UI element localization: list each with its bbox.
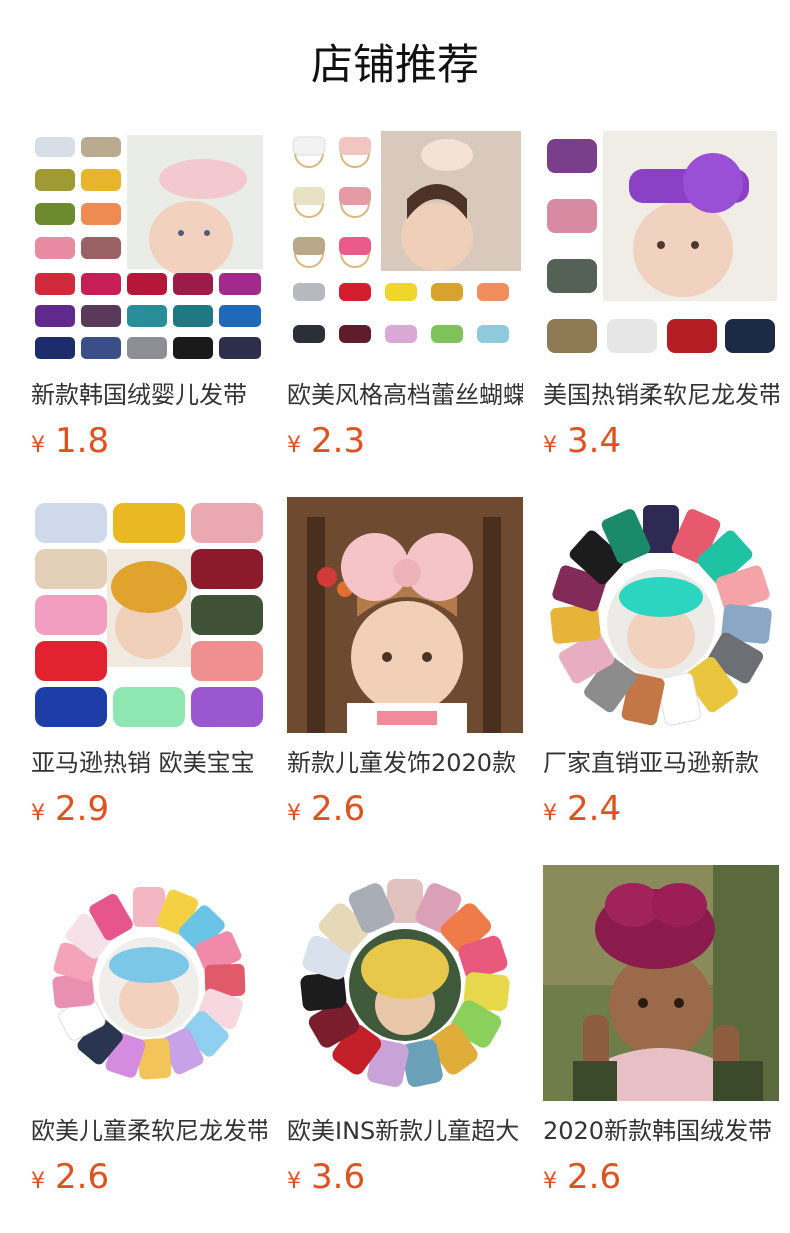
product-name[interactable]: 新款韩国绒婴儿发带 xyxy=(31,379,267,411)
currency-symbol: ¥ xyxy=(287,801,301,826)
product-card[interactable]: 美国热销柔软尼龙发带 ¥ 3.4 xyxy=(543,129,779,497)
flower-nylon-headbands-icon xyxy=(543,129,779,365)
product-price: ¥ 2.6 xyxy=(287,789,523,833)
price-value: 1.8 xyxy=(55,421,110,461)
product-price: ¥ 2.9 xyxy=(31,789,267,833)
product-image[interactable] xyxy=(287,497,523,733)
product-image[interactable] xyxy=(543,865,779,1101)
product-image[interactable] xyxy=(543,129,779,365)
currency-symbol: ¥ xyxy=(287,433,301,458)
product-card[interactable]: 新款儿童发饰2020款 ¥ 2.6 xyxy=(287,497,523,865)
lace-bow-headbands-icon xyxy=(287,129,523,365)
currency-symbol: ¥ xyxy=(543,801,557,826)
currency-symbol: ¥ xyxy=(31,1169,45,1194)
product-card[interactable]: 2020新款韩国绒发带 ¥ 2.6 xyxy=(543,865,779,1233)
currency-symbol: ¥ xyxy=(31,433,45,458)
product-name[interactable]: 厂家直销亚马逊新款 xyxy=(543,747,779,779)
price-value: 2.3 xyxy=(311,421,366,461)
product-image[interactable] xyxy=(543,497,779,733)
product-price: ¥ 2.3 xyxy=(287,421,523,465)
price-value: 3.4 xyxy=(567,421,622,461)
pink-bow-baby-icon xyxy=(287,497,523,733)
price-value: 3.6 xyxy=(311,1157,366,1197)
product-price: ¥ 1.8 xyxy=(31,421,267,465)
flower-turban-headbands-icon xyxy=(31,497,267,733)
product-name[interactable]: 欧美风格高档蕾丝蝴蝶 xyxy=(287,379,523,411)
price-value: 2.6 xyxy=(311,789,366,829)
product-grid: 新款韩国绒婴儿发带 ¥ 1.8 欧美风格高档蕾丝蝴蝶 ¥ 2.3 美国热销柔软尼… xyxy=(31,129,790,1233)
product-card[interactable]: 新款韩国绒婴儿发带 ¥ 1.8 xyxy=(31,129,267,497)
product-price: ¥ 2.4 xyxy=(543,789,779,833)
product-price: ¥ 3.4 xyxy=(543,421,779,465)
product-card[interactable]: 欧美儿童柔软尼龙发带 ¥ 2.6 xyxy=(31,865,267,1233)
turban-headbands-circle-icon xyxy=(287,865,523,1101)
velvet-turban-baby-icon xyxy=(543,865,779,1101)
product-image[interactable] xyxy=(31,129,267,365)
product-image[interactable] xyxy=(287,865,523,1101)
product-name[interactable]: 欧美INS新款儿童超大 xyxy=(287,1115,523,1147)
product-card[interactable]: 欧美风格高档蕾丝蝴蝶 ¥ 2.3 xyxy=(287,129,523,497)
price-value: 2.6 xyxy=(567,1157,622,1197)
printed-bow-headbands-circle-icon xyxy=(31,865,267,1101)
product-image[interactable] xyxy=(31,865,267,1101)
product-price: ¥ 2.6 xyxy=(31,1157,267,1201)
page-title: 店铺推荐 xyxy=(310,40,479,89)
currency-symbol: ¥ xyxy=(287,1169,301,1194)
product-card[interactable]: 亚马逊热销 欧美宝宝 ¥ 2.9 xyxy=(31,497,267,865)
product-image[interactable] xyxy=(31,497,267,733)
currency-symbol: ¥ xyxy=(543,1169,557,1194)
product-card[interactable]: 欧美INS新款儿童超大 ¥ 3.6 xyxy=(287,865,523,1233)
product-name[interactable]: 欧美儿童柔软尼龙发带 xyxy=(31,1115,267,1147)
product-image[interactable] xyxy=(287,129,523,365)
currency-symbol: ¥ xyxy=(31,801,45,826)
bow-headbands-circle-icon xyxy=(543,497,779,733)
velvet-bow-headbands-grid-icon xyxy=(31,129,267,365)
currency-symbol: ¥ xyxy=(543,433,557,458)
price-value: 2.9 xyxy=(55,789,110,829)
product-name[interactable]: 亚马逊热销 欧美宝宝 xyxy=(31,747,267,779)
product-price: ¥ 3.6 xyxy=(287,1157,523,1201)
product-name[interactable]: 2020新款韩国绒发带 xyxy=(543,1115,779,1147)
product-name[interactable]: 新款儿童发饰2020款 xyxy=(287,747,523,779)
product-card[interactable]: 厂家直销亚马逊新款 ¥ 2.4 xyxy=(543,497,779,865)
product-price: ¥ 2.6 xyxy=(543,1157,779,1201)
product-name[interactable]: 美国热销柔软尼龙发带 xyxy=(543,379,779,411)
price-value: 2.6 xyxy=(55,1157,110,1197)
price-value: 2.4 xyxy=(567,789,622,829)
